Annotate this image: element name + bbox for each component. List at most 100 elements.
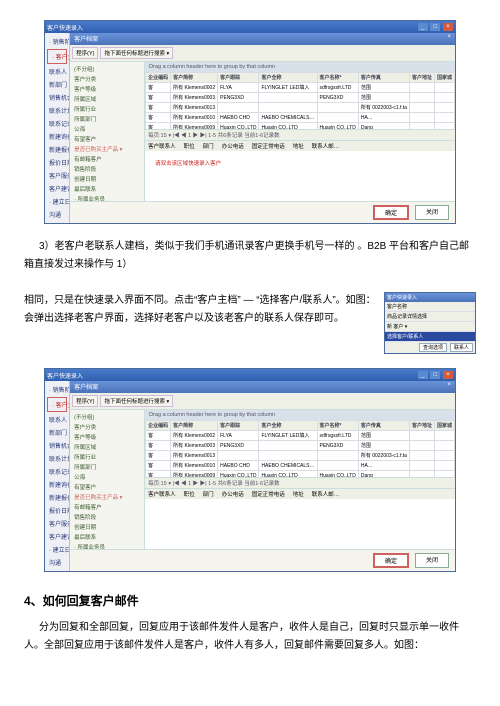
- nav-item[interactable]: 客户建议: [45, 182, 69, 195]
- filter-item[interactable]: 所属行业: [72, 452, 142, 462]
- filter-item[interactable]: 创建日期: [72, 522, 142, 532]
- filter-item[interactable]: (不分组): [72, 412, 142, 422]
- cancel-button[interactable]: 关闭: [415, 553, 449, 568]
- col-header[interactable]: 客户全称: [259, 421, 317, 431]
- data-grid[interactable]: 企业编码客户简称客户跟踪客户全称客户名称*客户传真客户地址国家城 客所有 Kle…: [145, 72, 455, 129]
- ok-button[interactable]: 确定: [373, 205, 409, 220]
- ok-button[interactable]: 确定: [373, 553, 409, 568]
- col-header[interactable]: 客户简称: [171, 421, 218, 431]
- col-header[interactable]: 客户名称*: [317, 73, 358, 83]
- contact-tab[interactable]: 办公电话: [222, 490, 244, 498]
- col-header[interactable]: 客户简称: [171, 73, 218, 83]
- nav-item[interactable]: 联系人: [45, 65, 69, 78]
- col-header[interactable]: 客户地址: [409, 421, 434, 431]
- filter-item[interactable]: 有邮箱客户: [72, 154, 142, 164]
- maximize-button[interactable]: □: [430, 371, 440, 379]
- nav-item[interactable]: 沟通: [45, 208, 69, 221]
- nav-item[interactable]: 报价日期: [45, 156, 69, 169]
- filter-item[interactable]: 最后联系: [72, 184, 142, 194]
- filter-item[interactable]: 有望客户: [72, 134, 142, 144]
- col-header[interactable]: 客户全称: [259, 73, 317, 83]
- filter-item[interactable]: 所属部门: [72, 462, 142, 472]
- nav-item[interactable]: 客户建议: [45, 530, 69, 543]
- col-header[interactable]: 客户跟踪: [218, 421, 259, 431]
- filter-item[interactable]: · 所属业务员: [72, 542, 142, 549]
- nav-item[interactable]: 报价日期: [45, 504, 69, 517]
- close-button[interactable]: ×: [443, 23, 453, 31]
- filter-item[interactable]: 最后联系: [72, 532, 142, 542]
- nav-item[interactable]: 新建报价单: [45, 491, 69, 504]
- nav-item[interactable]: 新建报价单: [45, 143, 69, 156]
- filter-item[interactable]: 所属行业: [72, 104, 142, 114]
- nav-item[interactable]: 新建询价: [45, 478, 69, 491]
- col-header[interactable]: 企业编码: [146, 421, 171, 431]
- nav-item[interactable]: · 建立日期: [45, 543, 69, 556]
- maximize-button[interactable]: □: [430, 23, 440, 31]
- nav-item[interactable]: 新部门: [45, 426, 69, 439]
- contact-tab[interactable]: 部门: [203, 490, 214, 498]
- small-row[interactable]: 新 客户 ▾: [385, 322, 475, 332]
- filter-item[interactable]: 所属部门: [72, 114, 142, 124]
- contact-tab[interactable]: 固定正常电话: [252, 142, 285, 150]
- toolbar-program[interactable]: 程序(Y): [72, 395, 98, 407]
- col-header[interactable]: 客户地址: [409, 73, 434, 83]
- col-header[interactable]: 国家城: [434, 421, 454, 431]
- col-header[interactable]: 客户传真: [358, 421, 409, 431]
- contact-tab[interactable]: 办公电话: [222, 142, 244, 150]
- contact-tab[interactable]: 客户联系人: [148, 142, 176, 150]
- contact-tab[interactable]: 联系人邮…: [312, 142, 340, 150]
- group-hint[interactable]: Drag a column header here to group by th…: [145, 410, 455, 420]
- filter-item[interactable]: 客户分类: [72, 74, 142, 84]
- filter-item[interactable]: 客户分类: [72, 422, 142, 432]
- small-row-highlight[interactable]: 选择客户/联系人: [385, 332, 475, 342]
- filter-item[interactable]: (不分组): [72, 64, 142, 74]
- contact-tab[interactable]: 联系人邮…: [312, 490, 340, 498]
- table-row[interactable]: 客所有 Klemens0010HAEBO CHDHAEBO CHEMICALS……: [146, 113, 455, 123]
- toolbar-search-hint[interactable]: 拖下面任何标题进行搜索 ▾: [100, 47, 173, 59]
- filter-item[interactable]: 有望客户: [72, 482, 142, 492]
- filter-item[interactable]: 公海: [72, 472, 142, 482]
- nav-item-customer-main[interactable]: · 客户主档: [47, 397, 67, 412]
- table-row[interactable]: 客所有 Klemens0010HAEBO CHDHAEBO CHEMICALS……: [146, 461, 455, 471]
- nav-item[interactable]: 新部门: [45, 78, 69, 91]
- col-header[interactable]: 客户跟踪: [218, 73, 259, 83]
- contact-tab[interactable]: 部门: [203, 142, 214, 150]
- filter-item[interactable]: 所属区域: [72, 94, 142, 104]
- close-button[interactable]: ×: [443, 371, 453, 379]
- small-btn[interactable]: 查询选项: [419, 343, 447, 352]
- filter-item[interactable]: 销售阶段: [72, 512, 142, 522]
- col-header[interactable]: 企业编码: [146, 73, 171, 83]
- nav-item[interactable]: 联系人: [45, 413, 69, 426]
- pane-close-icon[interactable]: ×: [447, 382, 451, 392]
- group-hint[interactable]: Drag a column header here to group by th…: [145, 62, 455, 72]
- filter-item[interactable]: 公海: [72, 124, 142, 134]
- filter-item[interactable]: 客户等级: [72, 84, 142, 94]
- filter-item[interactable]: 是否已购买主产品 ▾: [72, 144, 142, 154]
- nav-item[interactable]: · 销售阶段快速录入: [45, 383, 69, 396]
- table-row[interactable]: 客所有 Klemens0002FLYAFLYINGLET LED填入sdfrsg…: [146, 431, 455, 441]
- table-row[interactable]: 客所有 Klemens0002FLYAFLYINGLET LED填入sdfrsg…: [146, 83, 455, 93]
- contact-tab[interactable]: 职位: [184, 490, 195, 498]
- filter-item[interactable]: 所属区域: [72, 442, 142, 452]
- filter-item[interactable]: 销售阶段: [72, 164, 142, 174]
- nav-item[interactable]: 销售机会: [45, 91, 69, 104]
- nav-item[interactable]: · 建立日期: [45, 195, 69, 208]
- pager[interactable]: 每页:15 ▾ |◀ ◀ 1 ▶ ▶| 1-5 共6条记录 当前1-6记录数: [145, 129, 455, 140]
- nav-item[interactable]: · 销售阶段快速录入: [45, 35, 69, 48]
- col-header[interactable]: 国家城: [434, 73, 454, 83]
- table-row[interactable]: 客所有 Klemens0013所有 0022003-c1.f.ta: [146, 103, 455, 113]
- data-grid[interactable]: 企业编码客户简称客户跟踪客户全称客户名称*客户传真客户地址国家城 客所有 Kle…: [145, 420, 455, 477]
- contact-tab[interactable]: 职位: [184, 142, 195, 150]
- pane-close-icon[interactable]: ×: [447, 34, 451, 44]
- filter-item[interactable]: 客户等级: [72, 432, 142, 442]
- small-btn[interactable]: 联系人: [450, 343, 473, 352]
- nav-item[interactable]: 联系计划: [45, 452, 69, 465]
- nav-item[interactable]: 客户服务: [45, 517, 69, 530]
- toolbar-search-hint[interactable]: 拖下面任何标题进行搜索 ▾: [100, 395, 173, 407]
- pager[interactable]: 每页:15 ▾ |◀ ◀ 1 ▶ ▶| 1-5 共6条记录 当前1-6记录数: [145, 477, 455, 488]
- table-row[interactable]: 客所有 Klemens0003PENG3XDPENG3XD范围: [146, 93, 455, 103]
- minimize-button[interactable]: _: [418, 371, 428, 379]
- filter-item[interactable]: 创建日期: [72, 174, 142, 184]
- contact-tab[interactable]: 地址: [293, 490, 304, 498]
- nav-item[interactable]: 客户服务: [45, 169, 69, 182]
